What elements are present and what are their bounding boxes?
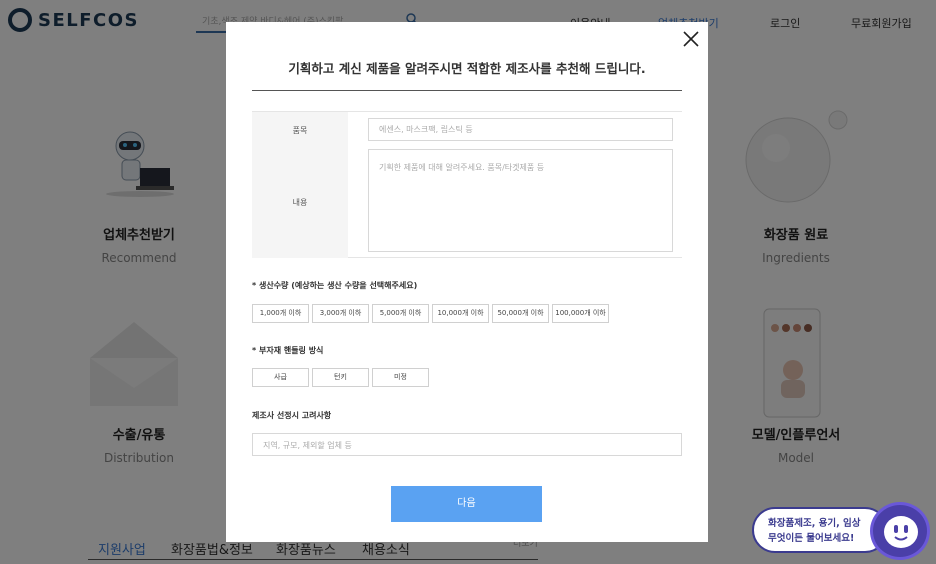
next-button[interactable]: 다음 [391, 486, 542, 522]
quantity-option[interactable]: 5,000개 이하 [372, 304, 429, 323]
quantity-option[interactable]: 50,000개 이하 [492, 304, 549, 323]
quantity-option[interactable]: 1,000개 이하 [252, 304, 309, 323]
handling-label: * 부자재 핸들링 방식 [252, 346, 324, 355]
handling-option[interactable]: 턴키 [312, 368, 369, 387]
quantity-option[interactable]: 10,000개 이하 [432, 304, 489, 323]
chat-bubble[interactable]: 화장품제조, 용기, 임상 무엇이든 물어보세요! [752, 507, 888, 553]
quantity-label: * 생산수량 (예상하는 생산 수량을 선택해주세요) [252, 281, 418, 290]
item-placeholder: 에센스, 마스크팩, 립스틱 등 [379, 125, 473, 134]
handling-option[interactable]: 사급 [252, 368, 309, 387]
content-placeholder: 기획한 제품에 대해 알려주세요. 품목/타겟제품 등 [379, 163, 545, 172]
product-form-table: 품목 내용 에센스, 마스크팩, 립스틱 등 기획한 제품에 대해 알려주세요.… [252, 111, 682, 258]
content-textarea[interactable]: 기획한 제품에 대해 알려주세요. 품목/타겟제품 등 [368, 149, 673, 252]
chat-widget[interactable]: 화장품제조, 용기, 임상 무엇이든 물어보세요! [752, 502, 930, 560]
consider-placeholder: 지역, 규모, 제외할 업체 등 [263, 441, 352, 450]
chat-line-2: 무엇이든 물어보세요! [768, 533, 855, 544]
consider-label: 제조사 선정시 고려사항 [252, 411, 332, 420]
item-label: 품목 [292, 126, 308, 135]
consider-input[interactable]: 지역, 규모, 제외할 업체 등 [252, 433, 682, 456]
chat-line-1: 화장품제조, 용기, 임상 [768, 518, 861, 529]
handling-option[interactable]: 미정 [372, 368, 429, 387]
quantity-option[interactable]: 100,000개 이하 [552, 304, 609, 323]
close-icon[interactable] [682, 30, 700, 48]
content-label: 내용 [292, 198, 308, 207]
recommend-modal: 기획하고 계신 제품을 알려주시면 적합한 제조사를 추천해 드립니다. 품목 … [226, 22, 708, 542]
quantity-option[interactable]: 3,000개 이하 [312, 304, 369, 323]
chatbot-eyes-icon [894, 525, 908, 541]
title-divider [252, 90, 682, 91]
chatbot-avatar-icon[interactable] [870, 502, 930, 560]
chatbot-face-icon [884, 516, 918, 548]
item-input[interactable]: 에센스, 마스크팩, 립스틱 등 [368, 118, 673, 141]
modal-title: 기획하고 계신 제품을 알려주시면 적합한 제조사를 추천해 드립니다. [288, 61, 646, 76]
